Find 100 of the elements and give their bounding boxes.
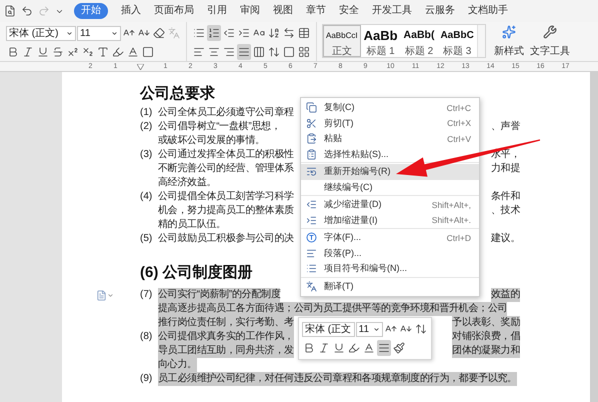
paragraph-text: 予以表彰、奖励 [452, 316, 520, 330]
underline-icon [37, 46, 49, 58]
menu-item[interactable]: 粘贴 Ctrl+V [301, 131, 479, 146]
shortcut-text: Shift+Alt+. [432, 215, 471, 226]
caret-icon [66, 30, 73, 36]
paragraph-icon [306, 248, 317, 259]
ribbon-tab[interactable]: 视图 [273, 3, 293, 19]
strikethrough-icon [52, 46, 64, 58]
translate-icon [306, 280, 317, 292]
paragraph-text: 精的员工队伍。 [158, 218, 226, 232]
increase-indent-icon [238, 27, 250, 39]
format-painter-button[interactable] [392, 340, 406, 356]
paragraph-text: 不断完善公司的经营、管理体系 [158, 162, 294, 176]
shading-button[interactable] [282, 44, 296, 60]
ribbon-tab[interactable]: 文档助手 [468, 3, 508, 19]
menu-item[interactable]: 减少缩进量(D) Shift+Alt+, [301, 197, 479, 212]
ribbon-tab[interactable]: 审阅 [240, 3, 260, 19]
copy-icon [306, 102, 317, 114]
italic-icon [318, 342, 330, 354]
paragraph-handle[interactable] [96, 290, 114, 301]
ribbon-tab[interactable]: 开发工具 [372, 3, 412, 19]
menu-item[interactable]: 复制(C) Ctrl+C [301, 100, 479, 116]
eraser-icon [153, 27, 165, 39]
restart-list-icon [306, 166, 317, 178]
font-name-field[interactable]: 宋体 (正文 [302, 322, 355, 336]
undo-button[interactable] [20, 4, 34, 18]
print-preview-button[interactable] [3, 4, 17, 18]
eraser-button[interactable] [152, 25, 166, 41]
tab-button[interactable] [282, 25, 296, 41]
menu-item[interactable]: 选择性粘贴(S)... [301, 146, 479, 162]
paragraph-text: 力和提 [490, 162, 520, 176]
list-number: (7) [140, 288, 154, 302]
font-size-field[interactable]: 11 [77, 26, 121, 40]
paragraph-text: 提高逐步提高员工各方面待遇；公司为员工提供平等的竞争环境和晋升机会；公司 [158, 302, 508, 316]
document-icon [96, 290, 107, 301]
highlighter-icon [112, 46, 124, 58]
justify-button[interactable] [377, 340, 391, 356]
paragraph-text: 机会，努力提高员工的整体素质 [158, 204, 294, 218]
table-icon [298, 27, 310, 39]
new-style-button[interactable]: 新样式 [490, 22, 527, 61]
menu-item[interactable]: 项目符号和编号(N)... [301, 261, 479, 276]
text-tools-button[interactable]: 文字工具 [526, 22, 573, 61]
paragraph-text: 建议。 [490, 232, 520, 246]
shortcut-text: Ctrl+D [446, 232, 471, 243]
paragraph-text: 公司提倡求真务实的工作作风， [158, 330, 294, 344]
style-card[interactable]: AaBbCcI 正文 [323, 25, 361, 57]
shortcut-text: Ctrl+X [447, 118, 471, 128]
ribbon-tab[interactable]: 安全 [339, 3, 359, 19]
menu-item[interactable]: 增加缩进量(I) Shift+Alt+. [301, 212, 479, 228]
distribute-button[interactable] [252, 44, 266, 60]
highlighter-icon [348, 342, 360, 354]
paragraph-text: 或破坏公司发展的事情。 [158, 134, 265, 148]
paragraph-text: 导员工团结互助，同舟共济，发 [158, 344, 294, 358]
shading-icon [283, 46, 295, 58]
ribbon-tab[interactable]: 插入 [121, 3, 141, 19]
ribbon-tab[interactable]: 开始 [74, 3, 108, 19]
table-button[interactable] [297, 25, 311, 41]
justify-button[interactable] [237, 44, 251, 60]
menu-item[interactable]: 剪切(T) Ctrl+X [301, 116, 479, 131]
distribute-icon [253, 46, 265, 58]
borders-icon [298, 46, 310, 58]
ribbon-tab[interactable]: 云服务 [425, 3, 455, 19]
tab-icon [283, 27, 295, 39]
menu-item[interactable]: 继续编号(C) [301, 180, 479, 195]
caret-icon [111, 30, 118, 36]
style-name: 标题 2 [404, 44, 434, 58]
borders-button[interactable] [297, 44, 311, 60]
style-sample: AaBbC [440, 29, 474, 43]
numbered-list-icon [208, 27, 220, 39]
bold-icon [7, 46, 19, 58]
align-left-icon [193, 46, 205, 58]
bold-icon [303, 342, 315, 354]
decrease-indent-icon [306, 199, 317, 210]
justify-icon [378, 342, 390, 354]
paragraph-text: 条件和 [490, 190, 520, 204]
align-right-icon [223, 46, 235, 58]
menu-item[interactable]: 字体(F)... Ctrl+D [301, 230, 479, 246]
decrease-indent-icon [223, 27, 235, 39]
align-center-icon [208, 46, 220, 58]
menu-item[interactable]: 翻译(T) [301, 278, 479, 294]
shading-button[interactable] [141, 44, 155, 60]
scissors-icon [306, 118, 317, 129]
ribbon-tab[interactable]: 引用 [207, 3, 227, 19]
ribbon-tab[interactable]: 章节 [306, 3, 326, 19]
line-spacing-icon [415, 323, 427, 335]
scrollbar[interactable] [590, 72, 598, 402]
paragraph-text: 推行岗位责任制，实行考勤、考 [158, 316, 294, 330]
paragraph-text: 公司通过发挥全体员工的积极性 [158, 148, 294, 162]
ribbon-tab[interactable]: 页面布局 [154, 3, 194, 19]
font-name-field[interactable]: 宋体 (正文) [6, 26, 76, 40]
format-painter-icon [393, 342, 405, 354]
style-name: 标题 1 [366, 44, 395, 58]
caret-icon [107, 292, 114, 299]
print-preview-icon [4, 5, 16, 17]
font-size-field[interactable]: 11 [356, 322, 383, 336]
numbered-list-button[interactable] [207, 25, 221, 41]
superscript-icon [67, 46, 79, 58]
paragraph-text: 向心力。 [158, 358, 197, 372]
list-number: (3) [140, 148, 154, 162]
menu-item[interactable]: 段落(P)... [301, 246, 479, 261]
